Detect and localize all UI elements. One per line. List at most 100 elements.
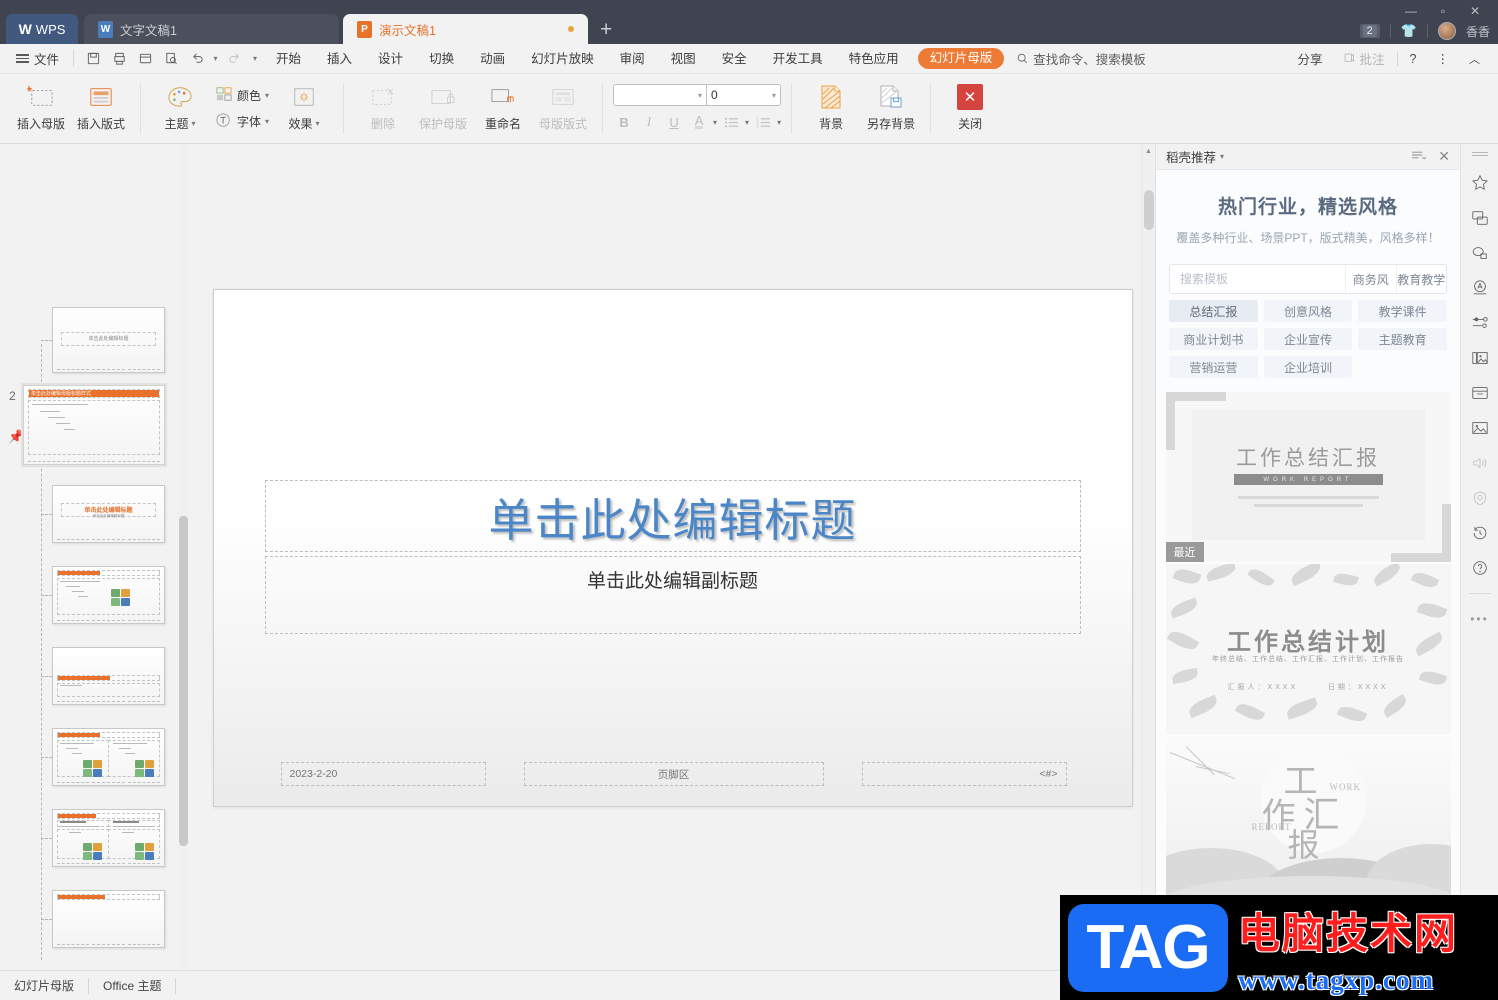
template-card-work-summary-plan[interactable]: 工作总结计划 年终总结、工作总结、工作汇报、工作计划、工作报告 汇报人：XXXX… [1165, 564, 1451, 734]
wps-home-button[interactable]: W WPS [6, 14, 78, 44]
canvas-scrollbar-thumb[interactable] [1144, 190, 1154, 230]
redo-icon[interactable] [221, 47, 247, 71]
document-tab-presentation[interactable]: P 演示文稿1 [343, 14, 588, 44]
menu-item-design[interactable]: 设计 [365, 44, 416, 74]
more-options-icon[interactable]: ••• [1467, 607, 1493, 631]
quick-filter-education[interactable]: 教育教学 [1395, 265, 1447, 293]
text-style-icon[interactable] [1467, 276, 1493, 300]
font-color-button[interactable]: A [688, 112, 710, 132]
menu-item-slide-master[interactable]: 幻灯片母版 [917, 48, 1005, 69]
share-button[interactable]: 分享 [1290, 49, 1331, 68]
comment-button[interactable]: 批注 [1335, 49, 1393, 68]
shield-badge-icon[interactable] [1467, 486, 1493, 510]
thumbnail-scrollbar-thumb[interactable] [179, 516, 188, 846]
archive-box-icon[interactable] [1467, 381, 1493, 405]
menu-item-review[interactable]: 审阅 [607, 44, 658, 74]
chevron-down-icon[interactable]: ▾ [745, 118, 749, 127]
template-card-work-summary-report[interactable]: 工作总结汇报 WORK REPORT 最近 [1165, 392, 1451, 562]
thumbnail-master-slide[interactable]: 单击此处编辑母版标题样式 [21, 383, 167, 467]
menu-item-insert[interactable]: 插入 [314, 44, 365, 74]
help-circle-icon[interactable] [1467, 556, 1493, 580]
template-card-work-report-landscape[interactable]: 工 作 汇 报 WORK REPORT [1165, 736, 1451, 906]
maximize-button[interactable]: ▫ [1434, 4, 1452, 18]
tag-teaching-courseware[interactable]: 教学课件 [1358, 300, 1447, 322]
colors-button[interactable]: 颜色 ▾ [211, 84, 273, 107]
command-search[interactable]: 查找命令、搜索模板 [1010, 49, 1146, 68]
menu-item-view[interactable]: 视图 [658, 44, 709, 74]
menu-item-devtools[interactable]: 开发工具 [760, 44, 836, 74]
underline-button[interactable]: U [663, 112, 685, 132]
pin-icon[interactable]: 📌 [8, 429, 24, 445]
print-preview-icon[interactable] [132, 47, 158, 71]
close-icon[interactable]: ✕ [1438, 148, 1450, 165]
tab-count-badge[interactable]: 2 [1359, 24, 1380, 38]
slide-editing-surface[interactable]: 单击此处编辑标题 单击此处编辑副标题 2023-2-20 页脚区 <#> [212, 289, 1133, 807]
subtitle-placeholder[interactable]: 单击此处编辑副标题 [264, 556, 1081, 634]
favorites-star-icon[interactable] [1467, 171, 1493, 195]
status-view-mode[interactable]: 幻灯片母版 [0, 977, 88, 994]
task-pane-title-group[interactable]: 稻壳推荐 ▾ [1166, 147, 1224, 166]
search-doc-icon[interactable] [158, 47, 184, 71]
delete-master-button[interactable]: 删除 [354, 77, 412, 139]
tag-creative-style[interactable]: 创意风格 [1263, 300, 1353, 322]
feedback-bubble-icon[interactable] [1467, 206, 1493, 230]
more-menu-button[interactable]: ⋮ [1429, 51, 1458, 66]
save-background-button[interactable]: 另存背景 [862, 77, 920, 139]
font-size-select[interactable]: 0 ▾ [707, 84, 782, 106]
help-button[interactable]: ? [1402, 52, 1425, 66]
undo-icon[interactable] [184, 47, 210, 71]
title-placeholder[interactable]: 单击此处编辑标题 [264, 480, 1081, 552]
rename-button[interactable]: 重命名 [474, 77, 532, 139]
slide-number-placeholder[interactable]: <#> [861, 762, 1067, 786]
thumbnail-layout-3[interactable]: 单击此处编辑标题 单击此处编辑副标题 [52, 485, 165, 543]
tag-marketing-ops[interactable]: 营销运营 [1169, 356, 1258, 378]
save-icon[interactable] [80, 47, 106, 71]
thumbnail-layout-6[interactable] [52, 728, 165, 786]
numbered-list-button[interactable]: 123 [752, 112, 774, 132]
minimize-button[interactable]: — [1402, 4, 1420, 18]
undo-dropdown-icon[interactable]: ▾ [210, 47, 221, 71]
status-theme-name[interactable]: Office 主题 [89, 977, 175, 994]
template-search-input[interactable] [1170, 265, 1345, 293]
menu-item-security[interactable]: 安全 [709, 44, 760, 74]
document-tab-writer[interactable]: W 文字文稿1 [84, 14, 339, 44]
file-menu-button[interactable]: 文件 [8, 49, 67, 68]
menu-item-slideshow[interactable]: 幻灯片放映 [518, 44, 607, 74]
rail-drag-handle[interactable] [1471, 152, 1488, 156]
background-button[interactable]: 背景 [802, 77, 860, 139]
account-name[interactable]: 香香 [1466, 23, 1490, 40]
close-window-button[interactable]: ✕ [1466, 4, 1484, 18]
new-tab-button[interactable]: + [600, 18, 612, 42]
canvas-scrollbar[interactable]: ▲ [1141, 144, 1155, 970]
tag-business-plan[interactable]: 商业计划书 [1169, 328, 1258, 350]
tag-corporate-promo[interactable]: 企业宣传 [1263, 328, 1353, 350]
menu-item-start[interactable]: 开始 [263, 44, 314, 74]
fonts-button[interactable]: 字体 ▾ [211, 110, 273, 133]
menu-item-transition[interactable]: 切换 [416, 44, 467, 74]
quick-filter-business[interactable]: 商务风 [1345, 265, 1396, 293]
insert-master-button[interactable]: 插入母版 [12, 77, 70, 139]
adjust-sliders-icon[interactable] [1467, 311, 1493, 335]
master-layout-button[interactable]: 母版版式 [534, 77, 592, 139]
skin-shirt-icon[interactable]: 👕 [1401, 23, 1417, 39]
bullet-list-button[interactable] [720, 112, 742, 132]
audio-icon[interactable] [1467, 451, 1493, 475]
bold-button[interactable]: B [613, 112, 635, 132]
chevron-down-icon[interactable]: ▾ [713, 118, 717, 127]
thumbnail-layout-1[interactable]: 单击此处编辑标题 [52, 307, 165, 373]
history-icon[interactable] [1467, 521, 1493, 545]
thumbnail-layout-4[interactable] [52, 566, 165, 624]
avatar[interactable] [1437, 22, 1456, 40]
tag-summary-report[interactable]: 总结汇报 [1169, 300, 1258, 322]
italic-button[interactable]: I [638, 112, 660, 132]
close-master-view-button[interactable]: ✕ 关闭 [941, 77, 999, 139]
effects-button[interactable]: 效果 ▾ [275, 77, 333, 139]
menu-item-animation[interactable]: 动画 [467, 44, 518, 74]
tag-thematic-education[interactable]: 主题教育 [1358, 328, 1447, 350]
thumbnail-layout-5[interactable] [52, 647, 165, 705]
thumbnail-layout-8[interactable] [52, 890, 165, 948]
list-options-icon[interactable] [1411, 149, 1427, 164]
protect-master-button[interactable]: 保护母版 [414, 77, 472, 139]
customize-toolbar-icon[interactable]: ▾ [247, 47, 263, 71]
image-frame-icon[interactable] [1467, 346, 1493, 370]
